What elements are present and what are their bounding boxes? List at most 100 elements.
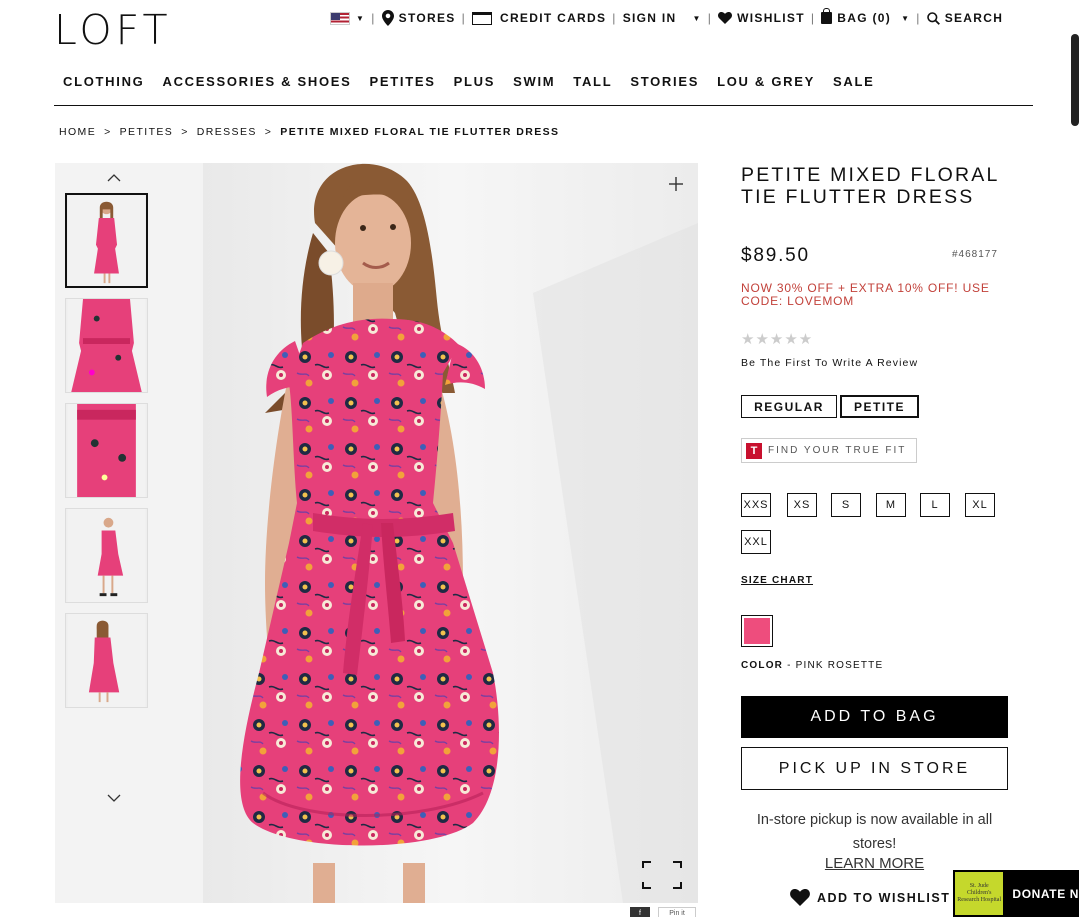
color-label: COLOR - PINK ROSETTE (741, 660, 883, 671)
wishlist-link[interactable]: WISHLIST (718, 11, 805, 25)
stores-label: STORES (398, 11, 456, 25)
product-sku: #468177 (952, 249, 998, 260)
thumbnail-rail (65, 163, 149, 903)
divider: | (371, 11, 376, 25)
st-jude-logo: St. Jude Children's Research Hospital (955, 872, 1004, 915)
product-page: { "header": { "logo": "LOFT", "stores": … (0, 0, 1079, 917)
heart-icon (718, 12, 733, 24)
chevron-up-icon[interactable] (107, 171, 121, 185)
add-to-bag-button[interactable]: ADD TO BAG (741, 696, 1008, 738)
search-label: SEARCH (944, 11, 1004, 25)
nav-sale[interactable]: SALE (824, 68, 883, 105)
size-l[interactable]: L (920, 493, 950, 517)
size-xxl[interactable]: XXL (741, 530, 771, 554)
chevron-down-icon[interactable]: ▼ (356, 14, 365, 23)
sign-in-link[interactable]: SIGN IN (623, 11, 677, 25)
chevron-down-icon[interactable]: ▼ (692, 14, 701, 23)
pinterest-share-icon[interactable]: Pin it (658, 907, 696, 917)
credit-cards-link[interactable]: CREDIT CARDS (472, 11, 606, 25)
loft-logo[interactable]: LOFT (54, 6, 172, 54)
nav-clothing[interactable]: CLOTHING (54, 68, 153, 105)
size-xl[interactable]: XL (965, 493, 995, 517)
breadcrumb-dresses[interactable]: DRESSES (197, 126, 257, 138)
heart-icon (790, 889, 810, 906)
shopping-bag-icon (821, 8, 833, 24)
dress-model-image (203, 163, 698, 903)
size-xxs[interactable]: XXS (741, 493, 771, 517)
location-pin-icon (381, 10, 394, 26)
pick-up-in-store-button[interactable]: PICK UP IN STORE (741, 747, 1008, 790)
breadcrumb-separator: > (104, 126, 112, 138)
write-review-link[interactable]: Be The First To Write A Review (741, 357, 918, 369)
bag-label: BAG ( (837, 11, 878, 25)
size-chart-link[interactable]: SIZE CHART (741, 575, 813, 586)
search-link[interactable]: SEARCH (926, 11, 1004, 25)
color-label-key: COLOR (741, 660, 784, 671)
bag-link[interactable]: BAG (0) (821, 8, 892, 25)
thumbnail-2[interactable] (65, 298, 148, 393)
sign-in-label: SIGN IN (622, 11, 677, 25)
add-to-wishlist-button[interactable]: ADD TO WISHLIST (790, 889, 950, 906)
rating-stars-icon: ★★★★★ (741, 331, 814, 348)
breadcrumb-separator: > (264, 126, 273, 138)
wishlist-label: WISHLIST (737, 11, 805, 25)
thumbnail-3[interactable] (65, 403, 148, 498)
thumbnail-1[interactable] (65, 193, 148, 288)
donate-banner[interactable]: St. Jude Children's Research Hospital DO… (953, 870, 1079, 917)
donate-label: DONATE N (1012, 886, 1079, 901)
divider: | (707, 11, 713, 25)
scrollbar-thumb[interactable] (1071, 34, 1079, 126)
fit-regular-button[interactable]: REGULAR (741, 395, 837, 418)
chevron-down-icon[interactable]: ▼ (901, 14, 910, 23)
nav-swim[interactable]: SWIM (504, 68, 564, 105)
thumbnail-4[interactable] (65, 508, 148, 603)
breadcrumb-petites[interactable]: PETITES (120, 126, 174, 138)
promo-message: NOW 30% OFF + EXTRA 10% OFF! USE CODE: L… (741, 281, 990, 308)
size-s[interactable]: S (831, 493, 861, 517)
product-price: $89.50 (741, 245, 810, 266)
size-m[interactable]: M (876, 493, 906, 517)
true-fit-button[interactable]: T FIND YOUR TRUE FIT (741, 438, 917, 463)
color-label-sep: - (783, 660, 796, 671)
nav-tall[interactable]: TALL (564, 68, 621, 105)
main-nav: CLOTHING ACCESSORIES & SHOES PETITES PLU… (54, 68, 1033, 106)
main-product-image[interactable] (203, 163, 698, 903)
product-title: PETITE MIXED FLORAL TIE FLUTTER DRESS (741, 164, 999, 208)
breadcrumb-home[interactable]: HOME (59, 126, 96, 138)
facebook-share-icon[interactable]: f (630, 907, 650, 917)
add-to-wishlist-label: ADD TO WISHLIST (817, 890, 951, 905)
breadcrumb-separator: > (181, 126, 189, 138)
us-flag-icon[interactable] (330, 11, 350, 25)
zoom-plus-icon[interactable] (667, 175, 685, 193)
color-swatch-pink-rosette[interactable] (741, 615, 773, 647)
nav-accessories-shoes[interactable]: ACCESSORIES & SHOES (153, 68, 360, 105)
true-fit-label: FIND YOUR TRUE FIT (768, 445, 907, 456)
thumbnail-5[interactable] (65, 613, 148, 708)
nav-plus[interactable]: PLUS (445, 68, 504, 105)
bag-close: ) (885, 11, 892, 25)
stores-link[interactable]: STORES (381, 10, 456, 26)
product-gallery (55, 163, 698, 903)
bag-count: 0 (877, 11, 886, 25)
search-icon (926, 11, 940, 25)
breadcrumb: HOME > PETITES > DRESSES > PETITE MIXED FLO… (59, 126, 567, 138)
utility-bar: ▼ | STORES | CREDIT CARDS | SIGN IN ▼ | … (330, 8, 1004, 26)
nav-lou-grey[interactable]: LOU & GREY (708, 68, 824, 105)
swatch-fill (744, 618, 770, 644)
divider: | (916, 11, 921, 25)
divider: | (612, 11, 617, 25)
true-fit-logo-icon: T (746, 442, 762, 459)
nav-petites[interactable]: PETITES (361, 68, 445, 105)
divider: | (461, 11, 466, 25)
credit-cards-label: CREDIT CARDS (500, 11, 607, 25)
fullscreen-icon[interactable] (641, 860, 683, 890)
size-xs[interactable]: XS (787, 493, 817, 517)
pickup-message: In-store pickup is now available in all … (756, 812, 993, 852)
fit-petite-button[interactable]: PETITE (840, 395, 919, 418)
nav-stories[interactable]: STORIES (621, 68, 708, 105)
divider: | (810, 11, 816, 25)
color-name: PINK ROSETTE (795, 660, 884, 671)
chevron-down-icon[interactable] (107, 791, 121, 805)
breadcrumb-current: PETITE MIXED FLORAL TIE FLUTTER DRESS (280, 126, 560, 138)
credit-card-icon (472, 11, 492, 25)
